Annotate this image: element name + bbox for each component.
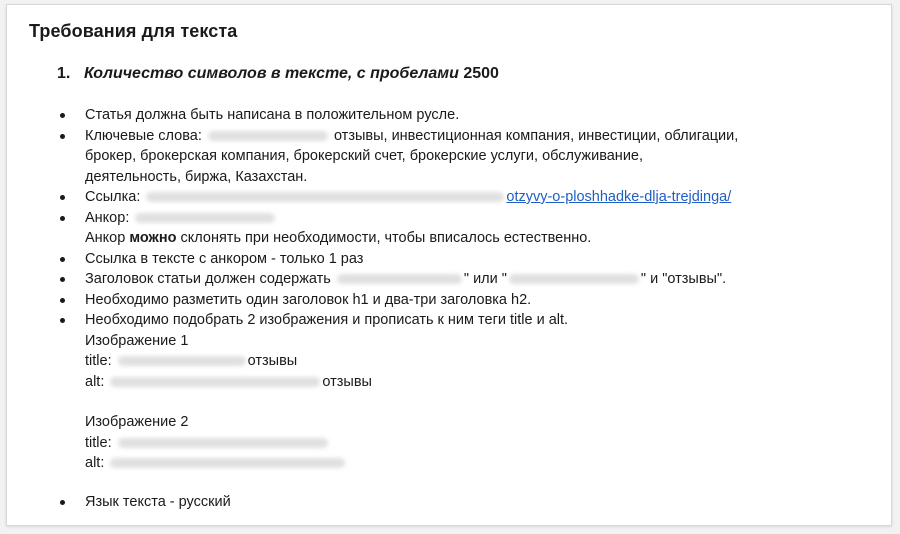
keywords-label: Ключевые слова: <box>85 127 202 144</box>
redacted-url <box>146 192 505 203</box>
page-title: Требования для текста <box>29 21 238 41</box>
image-2-title-label: title: <box>85 434 112 451</box>
redacted-alt-2 <box>110 458 346 469</box>
keywords-line-2: брокер, брокерская компания, брокерский … <box>85 148 644 164</box>
bullet-icon <box>60 195 65 200</box>
image-1-title-value: отзывы <box>247 353 298 369</box>
list-item-keywords: Ключевые слова: отзывы, инвестиционная к… <box>7 126 867 188</box>
list-item-anchor-once: Ссылка в тексте с анкором - только 1 раз <box>7 249 867 270</box>
bullet-icon <box>60 318 65 323</box>
image-1-alt-value: отзывы <box>322 373 372 390</box>
anchor-note-bold: можно <box>129 230 177 246</box>
bullet-icon <box>60 277 65 282</box>
anchor-once-text: Ссылка в тексте с анкором - только 1 раз <box>85 250 364 267</box>
list-item-positive: Статья должна быть написана в положитель… <box>7 105 867 126</box>
h-tags-text: Необходимо разметить один заголовок h1 и… <box>85 291 532 308</box>
image-1-label: Изображение 1 <box>85 332 189 349</box>
list-item-heading-req: Заголовок статьи должен содержать " или … <box>7 269 867 290</box>
redacted-title-2 <box>117 437 328 448</box>
article-link[interactable]: otzyvy-o-ploshhadke-dlja-trejdinga/ <box>506 189 731 205</box>
bullet-icon <box>60 215 65 221</box>
bullet-icon <box>60 133 65 139</box>
language-text: Язык текста - русский <box>85 493 231 510</box>
list-item-anchor: Анкор: Анкор можно склонять при необходи… <box>7 208 867 249</box>
bullet-icon <box>60 297 65 303</box>
image-1-alt-label: alt: <box>85 373 105 390</box>
heading-req-text: Заголовок статьи должен содержать <box>85 271 331 287</box>
anchor-note-pre: Анкор <box>85 230 126 246</box>
document-page: Требования для текста 1. Количество симво… <box>6 4 892 526</box>
list-item-images: Необходимо подобрать 2 изображения и про… <box>7 310 867 474</box>
section-number: 1. <box>57 65 71 82</box>
image-2-alt-label: alt: <box>85 455 105 471</box>
requirements-list: Статья должна быть написана в положитель… <box>7 105 867 512</box>
redacted-keyword-1 <box>336 274 462 285</box>
section-heading: 1. Количество символов в тексте, с пробел… <box>57 65 499 83</box>
heading-req-quote-1: " или " <box>463 271 507 287</box>
bullet-icon <box>60 113 65 118</box>
redacted-keyword-2 <box>508 274 639 285</box>
anchor-label: Анкор: <box>85 209 130 226</box>
keywords-line-1: отзывы, инвестиционная компания, инвести… <box>333 127 739 144</box>
positive-text: Статья должна быть написана в положитель… <box>85 107 460 123</box>
list-item-h-tags: Необходимо разметить один заголовок h1 и… <box>7 290 867 311</box>
char-count: 2500 <box>463 65 499 82</box>
list-item-language: Язык текста - русский <box>7 492 867 513</box>
heading-req-quote-2: " и "отзывы". <box>640 271 727 287</box>
bullet-icon <box>60 256 65 262</box>
redacted-alt-1 <box>110 376 321 387</box>
image-2-label: Изображение 2 <box>85 414 189 430</box>
keywords-line-3: деятельность, биржа, Казахстан. <box>85 168 308 185</box>
link-label: Ссылка: <box>85 189 141 205</box>
bullet-icon <box>60 499 65 505</box>
anchor-note-post: склонять при необходимости, чтобы вписал… <box>180 230 592 246</box>
redacted-anchor <box>135 212 276 223</box>
images-req-text: Необходимо подобрать 2 изображения и про… <box>85 312 569 328</box>
list-item-link: Ссылка: otzyvy-o-ploshhadke-dlja-trejdin… <box>7 187 867 208</box>
section-label: Количество символов в тексте, с пробелам… <box>84 65 459 82</box>
redacted-text <box>207 130 328 141</box>
image-1-title-label: title: <box>85 353 112 369</box>
redacted-title-1 <box>117 356 246 367</box>
